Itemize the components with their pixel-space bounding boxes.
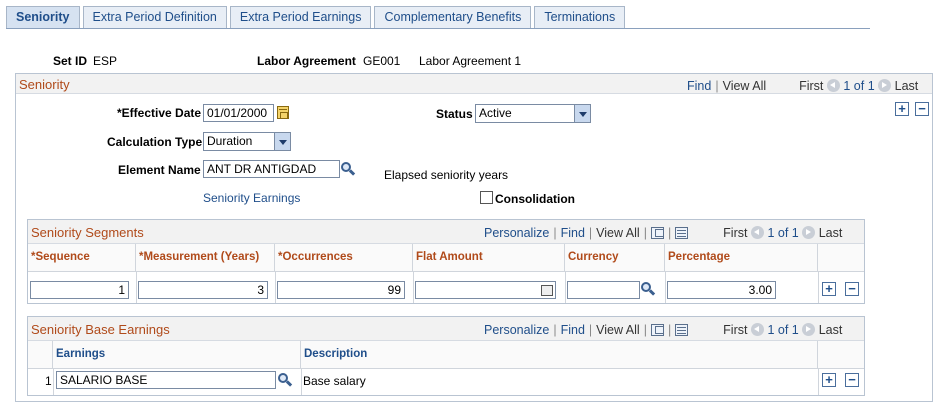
measurement-input[interactable]: 3: [138, 281, 268, 299]
segments-title: Seniority Segments: [31, 225, 144, 240]
first-label: First: [723, 226, 748, 240]
tab-extra-period-definition[interactable]: Extra Period Definition: [82, 6, 227, 28]
status-label: Status: [436, 107, 473, 121]
zoom-icon[interactable]: [650, 227, 664, 239]
delete-row-button[interactable]: −: [915, 102, 929, 116]
col-actions: [818, 341, 864, 369]
row-number: 1: [45, 374, 52, 388]
download-grid-icon[interactable]: [675, 324, 689, 336]
labor-agreement-description: Labor Agreement 1: [419, 54, 522, 68]
tab-extra-period-earnings[interactable]: Extra Period Earnings: [229, 6, 372, 28]
seniority-nav: Find | View All First 1 of 1 Last: [687, 79, 919, 93]
occurrences-input[interactable]: 99: [277, 281, 405, 299]
add-segment-button[interactable]: +: [822, 282, 836, 296]
base-earnings-nav: Personalize | Find | View All | | First 1 of 1…: [484, 323, 843, 337]
col-occurrences: *Occurrences: [275, 244, 413, 272]
add-earnings-button[interactable]: +: [822, 373, 836, 387]
labor-agreement-label: Labor Agreement: [257, 54, 356, 68]
seniority-group-header: Seniority Find | View All First 1 of 1 Las…: [16, 74, 932, 94]
last-label: Last: [894, 79, 919, 93]
segments-grid-header: Seniority Segments Personalize | Find | View…: [28, 220, 864, 244]
search-icon[interactable]: [341, 162, 356, 176]
col-measurement: *Measurement (Years): [136, 244, 275, 272]
add-row-button[interactable]: +: [895, 102, 909, 116]
effective-date-input[interactable]: 01/01/2000: [203, 104, 274, 122]
element-name-label: Element Name: [118, 163, 201, 177]
col-percentage: Percentage: [665, 244, 818, 272]
previous-icon[interactable]: [750, 226, 764, 239]
view-all-link[interactable]: View All: [596, 226, 640, 240]
search-icon[interactable]: [641, 282, 656, 296]
calendar-icon[interactable]: [277, 106, 289, 119]
next-icon[interactable]: [802, 323, 816, 336]
first-label: First: [723, 323, 748, 337]
personalize-link[interactable]: Personalize: [484, 226, 549, 240]
consolidation-checkbox[interactable]: [480, 191, 493, 204]
next-icon[interactable]: [802, 226, 816, 239]
setid-value: ESP: [93, 54, 118, 68]
base-earnings-title: Seniority Base Earnings: [31, 322, 170, 337]
earnings-description: Base salary: [303, 374, 366, 388]
sequence-input[interactable]: 1: [30, 281, 129, 299]
element-description: Elapsed seniority years: [384, 168, 509, 182]
base-earnings-grid-header: Seniority Base Earnings Personalize | Find…: [28, 317, 864, 341]
col-actions: [818, 244, 864, 272]
next-icon[interactable]: [878, 79, 892, 92]
col-sequence: *Sequence: [28, 244, 136, 272]
previous-icon[interactable]: [750, 323, 764, 336]
effective-date-label: *Effective Date: [117, 106, 202, 120]
row-count: 1 of 1: [767, 226, 799, 240]
col-flat-amount: Flat Amount: [413, 244, 565, 272]
previous-icon[interactable]: [826, 79, 840, 92]
view-all-link[interactable]: View All: [596, 323, 640, 337]
calculator-icon[interactable]: [541, 285, 553, 296]
setid-label: Set ID: [53, 54, 88, 68]
tab-divider: [6, 28, 870, 29]
chevron-down-icon: [574, 105, 590, 122]
zoom-icon[interactable]: [650, 324, 664, 336]
seniority-earnings-link[interactable]: Seniority Earnings: [203, 191, 300, 205]
flat-amount-input[interactable]: [415, 281, 556, 299]
last-label: Last: [818, 323, 843, 337]
status-select[interactable]: Active: [475, 104, 591, 123]
col-row-number: [28, 341, 53, 369]
percentage-input[interactable]: 3.00: [667, 281, 776, 299]
row-count: 1 of 1: [767, 323, 799, 337]
tab-seniority[interactable]: Seniority: [6, 6, 80, 28]
tab-terminations[interactable]: Terminations: [534, 6, 626, 28]
tab-complementary-benefits[interactable]: Complementary Benefits: [374, 6, 532, 28]
download-grid-icon[interactable]: [675, 227, 689, 239]
calculation-type-value: Duration: [207, 134, 253, 148]
tab-bar: Seniority Extra Period Definition Extra …: [6, 6, 628, 28]
calculation-type-select[interactable]: Duration: [203, 132, 291, 151]
status-value: Active: [479, 106, 512, 120]
first-label: First: [799, 79, 824, 93]
find-link[interactable]: Find: [687, 79, 711, 93]
consolidation-label: Consolidation: [495, 192, 575, 206]
view-all-link[interactable]: View All: [723, 79, 767, 93]
earnings-input[interactable]: SALARIO BASE: [56, 371, 276, 389]
labor-agreement-value: GE001: [363, 54, 401, 68]
col-description: Description: [301, 341, 818, 369]
col-currency: Currency: [565, 244, 665, 272]
row-count: 1 of 1: [843, 79, 875, 93]
chevron-down-icon: [274, 133, 290, 150]
last-label: Last: [818, 226, 843, 240]
seniority-title: Seniority: [19, 77, 70, 92]
personalize-link[interactable]: Personalize: [484, 323, 549, 337]
element-name-input[interactable]: ANT DR ANTIGDAD: [203, 160, 340, 178]
find-link[interactable]: Find: [561, 226, 585, 240]
search-icon[interactable]: [278, 373, 293, 387]
currency-input[interactable]: [567, 281, 640, 299]
delete-segment-button[interactable]: −: [845, 282, 859, 296]
find-link[interactable]: Find: [561, 323, 585, 337]
segments-nav: Personalize | Find | View All | | First 1 of 1…: [484, 226, 843, 240]
delete-earnings-button[interactable]: −: [845, 373, 859, 387]
col-earnings: Earnings: [53, 341, 301, 369]
calculation-type-label: Calculation Type: [107, 135, 203, 149]
